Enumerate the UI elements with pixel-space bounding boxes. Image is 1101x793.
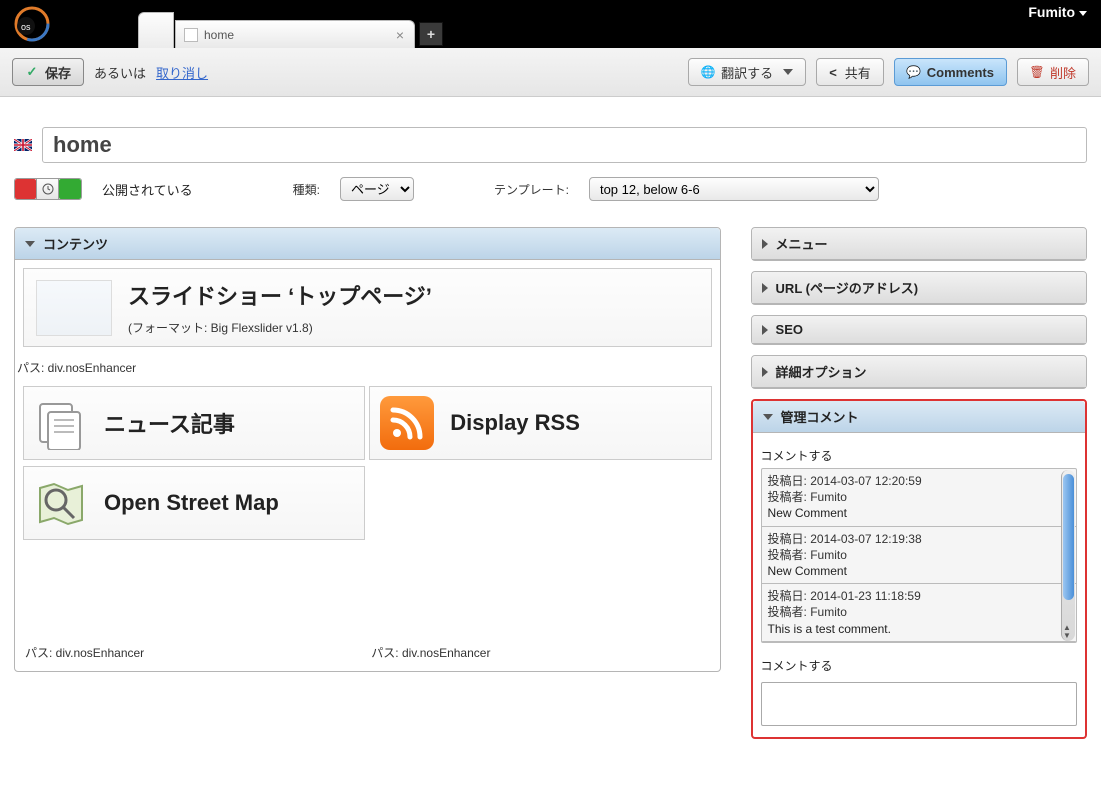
chevron-down-icon	[1079, 11, 1087, 16]
admin-comments-title: 管理コメント	[781, 407, 859, 426]
svg-text:os: os	[21, 22, 31, 32]
advanced-panel-header[interactable]: 詳細オプション	[752, 356, 1086, 388]
tab-title: home	[204, 28, 386, 42]
template-label: テンプレート:	[494, 181, 569, 198]
seo-panel: SEO	[751, 315, 1087, 345]
comment-input[interactable]	[761, 682, 1077, 726]
url-panel-title: URL (ページのアドレス)	[776, 278, 919, 297]
chevron-down-icon	[763, 414, 773, 420]
slideshow-block[interactable]: スライドショー ‘トップページ’ (フォーマット: Big Flexslider…	[23, 268, 712, 347]
content-panel: コンテンツ スライドショー ‘トップページ’ (フォーマット: Big Flex…	[14, 227, 721, 672]
comment-author: 投稿者: Fumito	[768, 604, 1070, 620]
seo-panel-title: SEO	[776, 322, 803, 337]
check-icon	[25, 65, 39, 79]
scrollbar[interactable]: ▲▼	[1061, 470, 1075, 641]
document-icon	[184, 28, 198, 42]
trash-icon	[1030, 65, 1044, 79]
advanced-panel: 詳細オプション	[751, 355, 1087, 389]
content-panel-title: コンテンツ	[43, 234, 108, 253]
scroll-arrows[interactable]: ▲▼	[1061, 624, 1073, 640]
comment-section-label: コメントする	[761, 447, 1077, 464]
admin-comments-header[interactable]: 管理コメント	[753, 401, 1085, 433]
comment-item: 投稿日: 2014-01-23 11:18:59 投稿者: Fumito Thi…	[762, 584, 1076, 642]
chevron-right-icon	[762, 283, 768, 293]
slideshow-title: スライドショー ‘トップページ’	[128, 279, 432, 311]
comment-item: 投稿日: 2014-03-07 12:19:38 投稿者: Fumito New…	[762, 527, 1076, 585]
news-icon	[34, 396, 88, 450]
comments-label: Comments	[927, 65, 994, 80]
state-green[interactable]	[59, 179, 81, 199]
chevron-down-icon	[783, 69, 793, 75]
comment-icon	[907, 65, 921, 79]
slideshow-thumbnail	[36, 280, 112, 336]
content-panel-header[interactable]: コンテンツ	[15, 228, 720, 260]
url-panel: URL (ページのアドレス)	[751, 271, 1087, 305]
comment-date: 投稿日: 2014-03-07 12:20:59	[768, 473, 1070, 489]
share-label: 共有	[845, 63, 871, 82]
comment-item: 投稿日: 2014-03-07 12:20:59 投稿者: Fumito New…	[762, 469, 1076, 527]
delete-button[interactable]: 削除	[1017, 58, 1089, 86]
rss-block-label: Display RSS	[450, 410, 580, 436]
chevron-right-icon	[762, 239, 768, 249]
rss-block[interactable]: Display RSS	[369, 386, 711, 460]
comment-date: 投稿日: 2014-01-23 11:18:59	[768, 588, 1070, 604]
cancel-link[interactable]: 取り消し	[156, 63, 208, 82]
state-scheduled[interactable]	[37, 179, 59, 199]
comment-author: 投稿者: Fumito	[768, 489, 1070, 505]
comment-input-label: コメントする	[761, 657, 1077, 674]
osm-block[interactable]: Open Street Map	[23, 466, 365, 540]
comment-body: New Comment	[768, 563, 1070, 579]
tab-home[interactable]: home ×	[175, 20, 415, 48]
seo-panel-header[interactable]: SEO	[752, 316, 1086, 344]
user-menu[interactable]: Fumito	[1028, 4, 1087, 20]
chevron-down-icon	[25, 241, 35, 247]
or-text: あるいは	[94, 63, 146, 82]
globe-icon	[701, 65, 715, 79]
advanced-panel-title: 詳細オプション	[776, 362, 867, 381]
type-select[interactable]: ページ	[340, 177, 414, 201]
chevron-right-icon	[762, 325, 768, 335]
state-red[interactable]	[15, 179, 37, 199]
news-block[interactable]: ニュース記事	[23, 386, 365, 460]
page-title-input[interactable]	[42, 127, 1087, 163]
close-icon[interactable]: ×	[392, 27, 408, 43]
menu-panel: メニュー	[751, 227, 1087, 261]
path-label-2: パス: div.nosEnhancer	[25, 644, 363, 661]
comment-date: 投稿日: 2014-03-07 12:19:38	[768, 531, 1070, 547]
clock-icon	[37, 179, 58, 199]
translate-button[interactable]: 翻訳する	[688, 58, 806, 86]
comment-author: 投稿者: Fumito	[768, 547, 1070, 563]
comment-list: 投稿日: 2014-03-07 12:20:59 投稿者: Fumito New…	[761, 468, 1077, 643]
published-label: 公開されている	[102, 180, 193, 199]
uk-flag-icon	[14, 139, 32, 151]
url-panel-header[interactable]: URL (ページのアドレス)	[752, 272, 1086, 304]
news-block-label: ニュース記事	[104, 407, 235, 439]
osm-block-label: Open Street Map	[104, 490, 279, 516]
menu-panel-header[interactable]: メニュー	[752, 228, 1086, 260]
save-button[interactable]: 保存	[12, 58, 84, 86]
scrollbar-thumb[interactable]	[1063, 474, 1074, 600]
publish-state-toggle[interactable]	[14, 178, 82, 200]
translate-label: 翻訳する	[721, 63, 773, 82]
chevron-right-icon	[762, 367, 768, 377]
tab-blank-stub[interactable]	[138, 12, 174, 48]
slideshow-subtitle: (フォーマット: Big Flexslider v1.8)	[128, 319, 432, 336]
menu-panel-title: メニュー	[776, 234, 828, 253]
username-label: Fumito	[1028, 4, 1075, 20]
rss-icon	[380, 396, 434, 450]
comments-button[interactable]: Comments	[894, 58, 1007, 86]
os-logo: os	[8, 4, 56, 44]
map-icon	[34, 476, 88, 530]
add-tab-button[interactable]: +	[419, 22, 443, 46]
save-label: 保存	[45, 63, 71, 82]
path-label-1: パス: div.nosEnhancer	[17, 359, 718, 376]
template-select[interactable]: top 12, below 6-6	[589, 177, 879, 201]
type-label: 種類:	[293, 181, 320, 198]
admin-comments-panel: 管理コメント コメントする 投稿日: 2014-03-07 12:20:59 投…	[751, 399, 1087, 739]
path-label-3: パス: div.nosEnhancer	[371, 644, 709, 661]
delete-label: 削除	[1050, 63, 1076, 82]
share-button[interactable]: <共有	[816, 58, 884, 86]
comment-body: New Comment	[768, 505, 1070, 521]
comment-body: This is a test comment.	[768, 621, 1070, 637]
